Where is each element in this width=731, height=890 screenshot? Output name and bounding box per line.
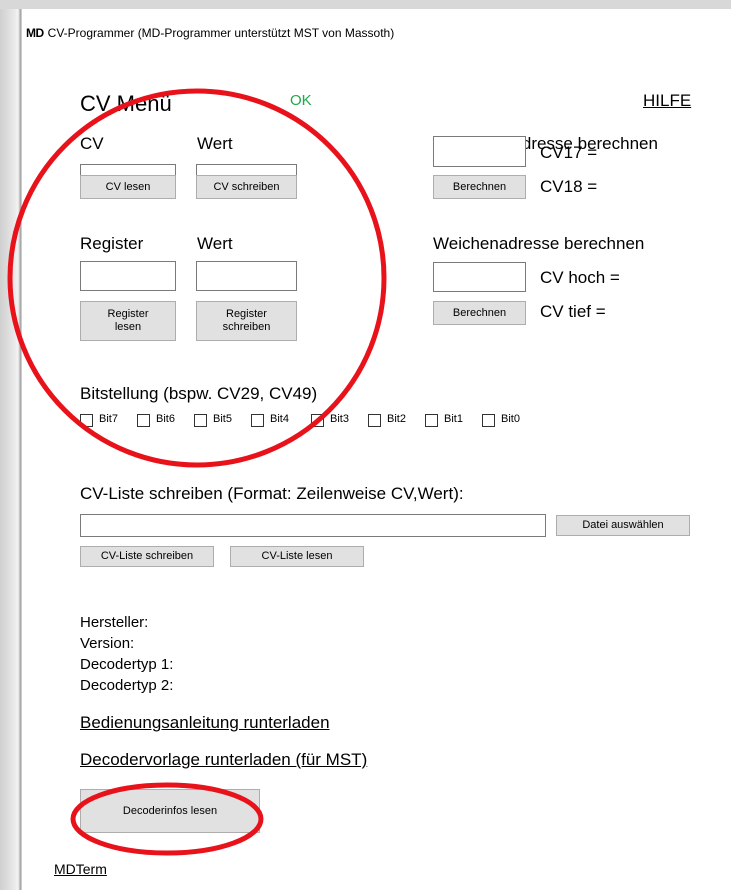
cv-list-file-input[interactable] [80,514,546,537]
cv-list-read-button[interactable]: CV-Liste lesen [230,546,364,567]
bit-checkbox-label: Bit5 [213,413,232,425]
cv-list-title: CV-Liste schreiben (Format: Zeilenweise … [80,484,464,503]
manufacturer-label: Hersteller: [80,614,149,631]
bit-checkbox-label: Bit4 [270,413,289,425]
long-address-calc-button[interactable]: Berechnen [433,175,526,199]
bits-title: Bitstellung (bspw. CV29, CV49) [80,384,318,403]
template-download-link[interactable]: Decodervorlage runterladen (für MST) [80,750,367,770]
bit-checkbox[interactable] [482,414,495,427]
register-read-button[interactable]: Register lesen [80,301,176,341]
register-value-input[interactable] [196,261,297,291]
decoder-info-read-button[interactable]: Decoderinfos lesen [80,789,260,833]
register-input[interactable] [80,261,176,291]
cv-write-button[interactable]: CV schreiben [196,175,297,199]
bit-checkbox[interactable] [251,414,264,427]
bit-checkbox-label: Bit6 [156,413,175,425]
top-strip [0,0,731,9]
status-ok: OK [290,92,312,109]
switch-address-title: Weichenadresse berechnen [433,234,645,253]
bit-checkbox[interactable] [368,414,381,427]
bit-checkbox-label: Bit3 [330,413,349,425]
cv-list-write-button[interactable]: CV-Liste schreiben [80,546,214,567]
bit-checkbox-label: Bit2 [387,413,406,425]
cv-value-label: Wert [197,134,233,153]
help-link[interactable]: HILFE [643,91,691,111]
cv-label: CV [80,134,104,153]
bit-checkbox-label: Bit1 [444,413,463,425]
register-label: Register [80,234,144,253]
cv-high-label: CV hoch = [540,268,620,287]
bit-checkbox[interactable] [425,414,438,427]
switch-address-input[interactable] [433,262,526,292]
cv-read-button[interactable]: CV lesen [80,175,176,199]
register-value-label: Wert [197,234,233,253]
app-logo-icon: MD [26,26,44,40]
bit-checkbox-label: Bit7 [99,413,118,425]
window-title: CV-Programmer (MD-Programmer unterstützt… [47,26,395,40]
long-address-input[interactable] [433,136,526,167]
manual-download-link[interactable]: Bedienungsanleitung runterladen [80,713,330,733]
register-write-button[interactable]: Register schreiben [196,301,297,341]
bit-checkbox[interactable] [311,414,324,427]
version-label: Version: [80,635,135,652]
cv17-label: CV17 = [540,143,598,162]
window-left-frame [0,9,22,890]
choose-file-button[interactable]: Datei auswählen [556,515,690,536]
cv18-label: CV18 = [540,177,598,196]
bit-checkbox[interactable] [137,414,150,427]
page-title: CV Menü [80,91,172,116]
decoder-type2-label: Decodertyp 2: [80,677,174,694]
decoder-type1-label: Decodertyp 1: [80,656,174,673]
switch-address-calc-button[interactable]: Berechnen [433,301,526,325]
title-bar: MD CV-Programmer (MD-Programmer unterstü… [26,23,394,43]
bit-checkbox-label: Bit0 [501,413,520,425]
bit-checkbox[interactable] [194,414,207,427]
bit-checkbox[interactable] [80,414,93,427]
mdterm-link[interactable]: MDTerm [54,861,107,877]
cv-low-label: CV tief = [540,302,606,321]
